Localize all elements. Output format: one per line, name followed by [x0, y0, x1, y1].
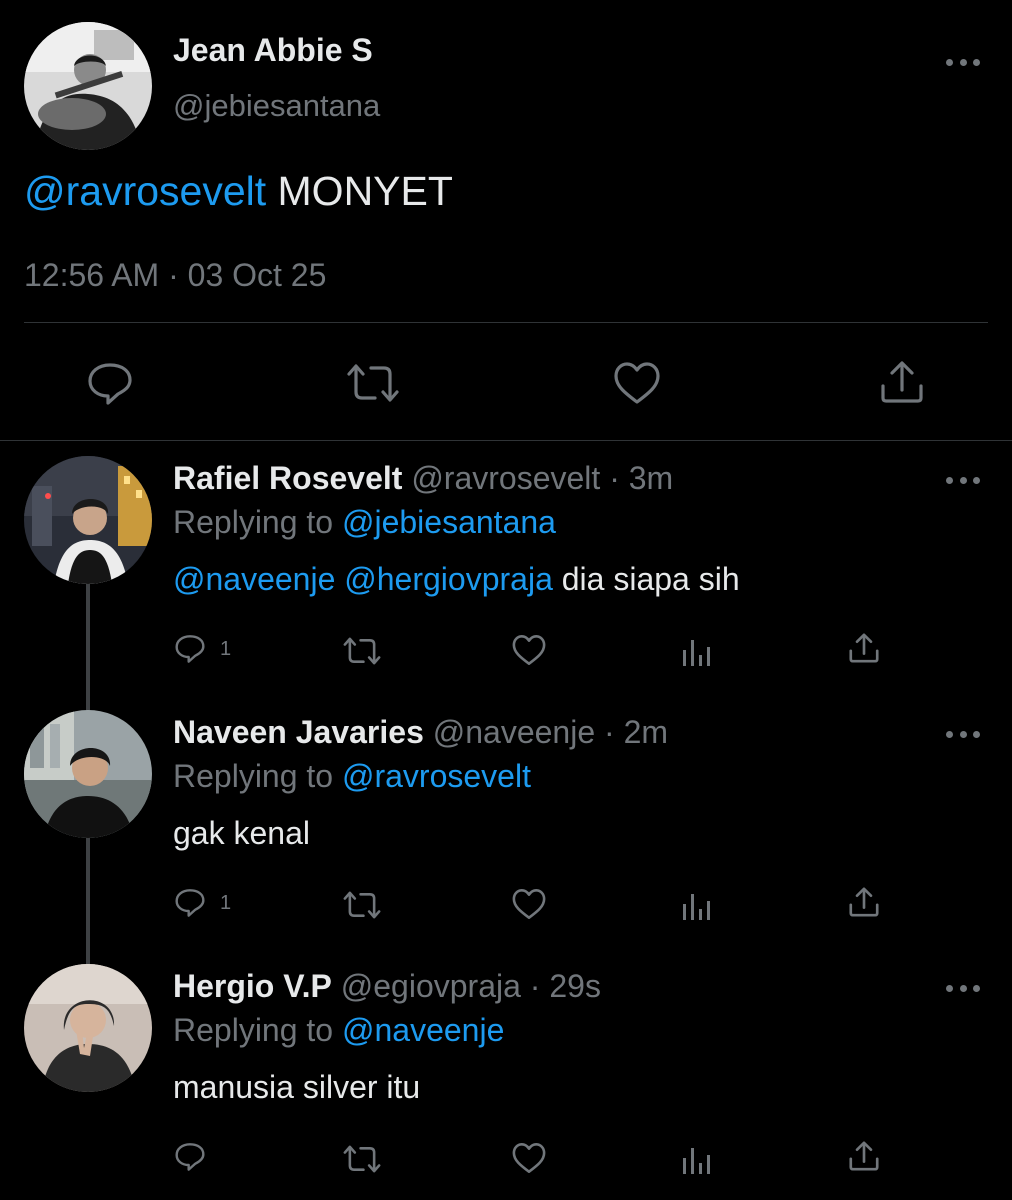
reply-text: manusia silver itu [173, 1069, 421, 1105]
reply-author-name[interactable]: Rafiel Rosevelt [173, 460, 402, 496]
reply-author-meta[interactable]: @egiovpraja · 29s [332, 968, 601, 1004]
share-icon[interactable] [848, 1140, 880, 1172]
analytics-icon[interactable] [682, 636, 714, 668]
thread-connector-line [86, 580, 90, 712]
main-author-avatar[interactable] [24, 22, 152, 150]
like-icon[interactable] [612, 361, 662, 405]
replying-to-mention[interactable]: @ravrosevelt [342, 758, 531, 794]
reply-author-meta[interactable]: @naveenje · 2m [424, 714, 668, 750]
divider [24, 322, 988, 323]
reply-header: Rafiel Rosevelt @ravrosevelt · 3m [173, 460, 673, 497]
replying-to-label: Replying to [173, 758, 342, 794]
tweet-timestamp[interactable]: 12:56 AM · 03 Oct 25 [24, 257, 326, 294]
analytics-icon[interactable] [682, 1144, 714, 1176]
reply-avatar-naveen[interactable] [24, 710, 152, 838]
reply-icon[interactable] [86, 361, 134, 407]
reply-count: 1 [220, 892, 232, 914]
replying-to-label: Replying to [173, 1012, 342, 1048]
replying-to-line: Replying to @ravrosevelt [173, 758, 531, 795]
replying-to-mention[interactable]: @jebiesantana [342, 504, 556, 540]
reply-icon[interactable] [174, 1141, 206, 1173]
reply-avatar-rafiel[interactable] [24, 456, 152, 584]
share-icon[interactable] [848, 886, 880, 918]
retweet-icon[interactable] [345, 362, 401, 404]
like-icon[interactable] [511, 1142, 547, 1174]
more-options-icon[interactable] [946, 727, 980, 741]
reply-text: gak kenal [173, 815, 310, 851]
main-tweet-text: @ravrosevelt MONYET [24, 168, 453, 215]
reply-header: Naveen Javaries @naveenje · 2m [173, 714, 668, 751]
section-divider [0, 440, 1012, 441]
reply-avatar-hergio[interactable] [24, 964, 152, 1092]
retweet-icon[interactable] [342, 1144, 382, 1174]
more-options-icon[interactable] [946, 981, 980, 995]
main-author-name[interactable]: Jean Abbie S [173, 32, 373, 69]
reply-header: Hergio V.P @egiovpraja · 29s [173, 968, 601, 1005]
like-icon[interactable] [511, 634, 547, 666]
more-options-icon[interactable] [946, 473, 980, 487]
reply-author-name[interactable]: Naveen Javaries [173, 714, 424, 750]
tweet-mention-link[interactable]: @ravrosevelt [24, 168, 266, 214]
thread-connector-line [86, 836, 90, 966]
share-icon[interactable] [848, 632, 880, 664]
main-author-handle[interactable]: @jebiesantana [173, 88, 380, 124]
reply-count: 1 [220, 638, 232, 660]
replying-to-line: Replying to @naveenje [173, 1012, 504, 1049]
replying-to-label: Replying to [173, 504, 342, 540]
share-icon[interactable] [879, 360, 925, 404]
replying-to-line: Replying to @jebiesantana [173, 504, 556, 541]
reply-body-text: dia siapa sih [552, 561, 740, 597]
more-options-icon[interactable] [946, 55, 980, 69]
reply-author-meta[interactable]: @ravrosevelt · 3m [402, 460, 673, 496]
retweet-icon[interactable] [342, 636, 382, 666]
like-icon[interactable] [511, 888, 547, 920]
reply-author-name[interactable]: Hergio V.P [173, 968, 332, 1004]
reply-icon[interactable] [174, 633, 206, 665]
tweet-body-text: MONYET [266, 168, 453, 214]
reply-mention-link[interactable]: @hergiovpraja [344, 561, 553, 597]
reply-icon[interactable] [174, 887, 206, 919]
analytics-icon[interactable] [682, 890, 714, 922]
retweet-icon[interactable] [342, 890, 382, 920]
reply-text: @naveenje @hergiovpraja dia siapa sih [173, 561, 740, 598]
reply-mention-link[interactable]: @naveenje [173, 561, 335, 597]
replying-to-mention[interactable]: @naveenje [342, 1012, 504, 1048]
